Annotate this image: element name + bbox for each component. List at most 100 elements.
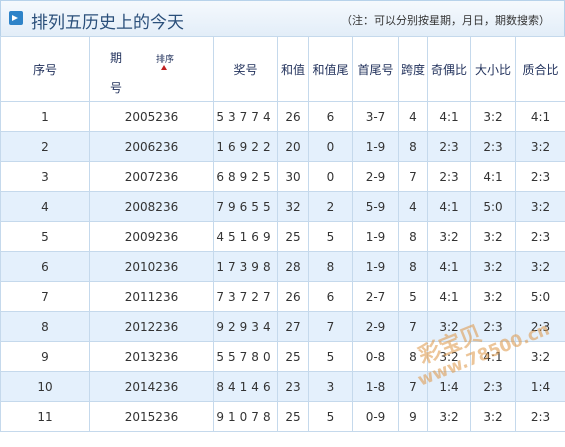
header-sum-tail: 和值尾 (308, 36, 353, 102)
cell-odd-even: 3:2 (427, 221, 471, 252)
cell-index: 11 (0, 401, 90, 432)
cell-span: 8 (398, 251, 428, 282)
cell-sum: 26 (277, 281, 309, 312)
cell-first-last: 0-9 (352, 401, 399, 432)
cell-index: 7 (0, 281, 90, 312)
table-row: 2 2006236 16922 20 0 1-9 8 2:3 2:3 3:2 (0, 131, 565, 162)
cell-sum: 32 (277, 191, 309, 222)
cell-index: 3 (0, 161, 90, 192)
cell-index: 5 (0, 221, 90, 252)
cell-index: 8 (0, 311, 90, 342)
cell-index: 6 (0, 251, 90, 282)
cell-sum: 25 (277, 401, 309, 432)
cell-span: 9 (398, 401, 428, 432)
cell-sum-tail: 5 (308, 221, 353, 252)
cell-prime-composite: 3:2 (515, 131, 565, 162)
cell-index: 10 (0, 371, 90, 402)
cell-sum: 30 (277, 161, 309, 192)
table-row: 8 2012236 92934 27 7 2-9 7 3:2 2:3 2:3 (0, 311, 565, 342)
header-odd-even: 奇偶比 (427, 36, 471, 102)
cell-sum-tail: 5 (308, 341, 353, 372)
cell-odd-even: 3:2 (427, 311, 471, 342)
cell-first-last: 5-9 (352, 191, 399, 222)
cell-sum-tail: 5 (308, 401, 353, 432)
cell-sum-tail: 7 (308, 311, 353, 342)
header-sum: 和值 (277, 36, 309, 102)
sort-link[interactable]: 排序 (156, 52, 174, 65)
cell-odd-even: 2:3 (427, 131, 471, 162)
cell-big-small: 3:2 (470, 251, 516, 282)
cell-issue: 2006236 (89, 131, 214, 162)
cell-span: 8 (398, 341, 428, 372)
cell-first-last: 3-7 (352, 101, 399, 132)
cell-first-last: 1-9 (352, 221, 399, 252)
cell-index: 9 (0, 341, 90, 372)
cell-issue: 2014236 (89, 371, 214, 402)
cell-prime-composite: 2:3 (515, 221, 565, 252)
cell-first-last: 0-8 (352, 341, 399, 372)
cell-span: 5 (398, 281, 428, 312)
cell-index: 1 (0, 101, 90, 132)
play-arrow-icon (9, 11, 23, 25)
cell-big-small: 2:3 (470, 131, 516, 162)
cell-first-last: 1-9 (352, 131, 399, 162)
cell-issue: 2008236 (89, 191, 214, 222)
cell-award: 55780 (213, 341, 278, 372)
table-row: 1 2005236 53774 26 6 3-7 4 4:1 3:2 4:1 (0, 101, 565, 132)
cell-odd-even: 4:1 (427, 251, 471, 282)
cell-sum-tail: 0 (308, 161, 353, 192)
header-index: 序号 (0, 36, 90, 102)
cell-first-last: 1-9 (352, 251, 399, 282)
table-row: 10 2014236 84146 23 3 1-8 7 1:4 2:3 1:4 (0, 371, 565, 402)
cell-odd-even: 4:1 (427, 101, 471, 132)
cell-span: 8 (398, 131, 428, 162)
cell-prime-composite: 3:2 (515, 341, 565, 372)
cell-award: 68925 (213, 161, 278, 192)
cell-big-small: 3:2 (470, 221, 516, 252)
header-award: 奖号 (213, 36, 278, 102)
cell-first-last: 2-9 (352, 161, 399, 192)
cell-big-small: 3:2 (470, 401, 516, 432)
table-row: 9 2013236 55780 25 5 0-8 8 3:2 4:1 3:2 (0, 341, 565, 372)
cell-odd-even: 2:3 (427, 161, 471, 192)
cell-odd-even: 3:2 (427, 341, 471, 372)
header-first-last: 首尾号 (352, 36, 399, 102)
cell-issue: 2012236 (89, 311, 214, 342)
header-issue[interactable]: 期 号 排序 (89, 36, 214, 102)
cell-sum: 25 (277, 341, 309, 372)
page-title: 排列五历史上的今天 (31, 13, 184, 33)
cell-span: 8 (398, 221, 428, 252)
cell-big-small: 4:1 (470, 161, 516, 192)
cell-sum-tail: 3 (308, 371, 353, 402)
cell-issue: 2010236 (89, 251, 214, 282)
cell-sum-tail: 6 (308, 281, 353, 312)
cell-index: 4 (0, 191, 90, 222)
cell-award: 92934 (213, 311, 278, 342)
cell-issue: 2015236 (89, 401, 214, 432)
cell-award: 45169 (213, 221, 278, 252)
table-row: 4 2008236 79655 32 2 5-9 4 4:1 5:0 3:2 (0, 191, 565, 222)
table-row: 7 2011236 73727 26 6 2-7 5 4:1 3:2 5:0 (0, 281, 565, 312)
cell-sum: 20 (277, 131, 309, 162)
table-row: 3 2007236 68925 30 0 2-9 7 2:3 4:1 2:3 (0, 161, 565, 192)
cell-prime-composite: 4:1 (515, 101, 565, 132)
cell-prime-composite: 3:2 (515, 251, 565, 282)
sort-arrow-up-icon[interactable] (161, 65, 167, 70)
cell-award: 17398 (213, 251, 278, 282)
cell-sum-tail: 6 (308, 101, 353, 132)
cell-first-last: 1-8 (352, 371, 399, 402)
cell-issue: 2011236 (89, 281, 214, 312)
history-table: 序号 期 号 排序 奖号 和值 和值尾 首尾号 跨度 奇偶比 大小比 质合比 1 (0, 36, 565, 432)
cell-span: 7 (398, 311, 428, 342)
cell-issue: 2009236 (89, 221, 214, 252)
cell-issue: 2005236 (89, 101, 214, 132)
cell-sum: 28 (277, 251, 309, 282)
cell-sum: 23 (277, 371, 309, 402)
cell-prime-composite: 1:4 (515, 371, 565, 402)
cell-span: 7 (398, 371, 428, 402)
title-bar: 排列五历史上的今天 （注：可以分别按星期，月日，期数搜索） (0, 0, 565, 37)
cell-award: 16922 (213, 131, 278, 162)
cell-span: 7 (398, 161, 428, 192)
table-row: 11 2015236 91078 25 5 0-9 9 3:2 3:2 2:3 (0, 401, 565, 432)
cell-sum-tail: 8 (308, 251, 353, 282)
